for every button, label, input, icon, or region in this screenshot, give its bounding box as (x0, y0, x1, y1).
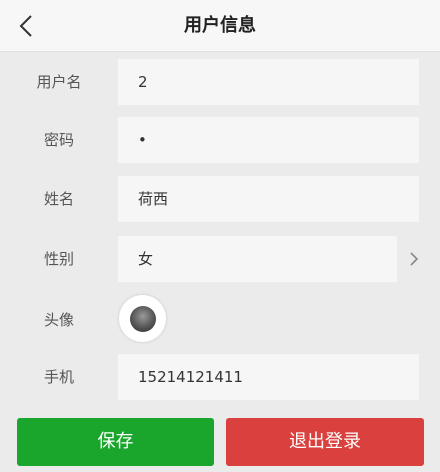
page-title: 用户信息 (184, 15, 256, 36)
gender-select[interactable]: 女 (118, 236, 397, 282)
name-field[interactable]: 荷西 (118, 176, 419, 222)
username-row: 用户名 2 (0, 53, 440, 111)
logout-button[interactable]: 退出登录 (226, 418, 424, 466)
save-button[interactable]: 保存 (17, 418, 214, 466)
phone-row: 手机 15214121411 (0, 348, 440, 406)
username-field[interactable]: 2 (118, 59, 419, 105)
password-row: 密码 • (0, 111, 440, 169)
gender-row[interactable]: 性别 女 (0, 230, 440, 288)
gender-chevron[interactable] (404, 248, 424, 270)
username-label: 用户名 (36, 73, 82, 91)
avatar-row: 头像 (0, 291, 440, 349)
gender-label: 性别 (43, 250, 74, 268)
password-field[interactable]: • (118, 117, 419, 163)
avatar-image (129, 305, 156, 332)
avatar-label: 头像 (43, 311, 74, 329)
top-navigation-bar: 用户信息 (0, 0, 440, 52)
chevron-right-icon (410, 252, 419, 266)
phone-field[interactable]: 15214121411 (118, 354, 419, 400)
avatar[interactable] (119, 295, 166, 342)
phone-label: 手机 (43, 368, 74, 386)
name-label: 姓名 (43, 190, 74, 208)
name-row: 姓名 荷西 (0, 170, 440, 228)
password-label: 密码 (43, 131, 74, 149)
